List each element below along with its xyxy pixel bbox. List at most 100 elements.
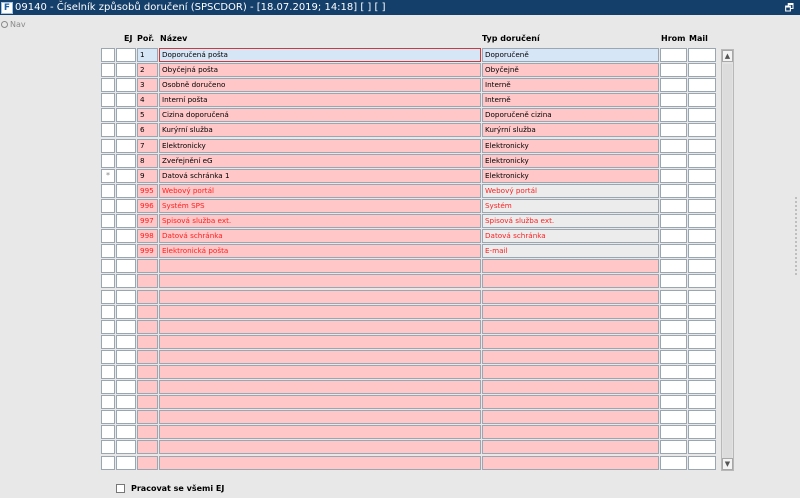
table-row[interactable]: 1 Doporučená pošta Doporučeně <box>101 48 716 63</box>
ej-cell[interactable] <box>116 93 136 108</box>
typ-cell[interactable]: Doporučeně cizina <box>482 108 659 123</box>
nazev-cell[interactable] <box>159 274 481 289</box>
nazev-cell[interactable]: Elektronická pošta <box>159 244 481 259</box>
mail-cell[interactable] <box>688 123 716 138</box>
hrom-cell[interactable] <box>660 123 687 138</box>
row-selector[interactable] <box>101 349 115 364</box>
table-row[interactable] <box>101 425 716 440</box>
row-selector[interactable] <box>101 289 115 304</box>
ej-cell[interactable] <box>116 214 136 229</box>
all-ej-option[interactable]: Pracovat se všemi EJ <box>116 484 224 493</box>
ej-cell[interactable] <box>116 349 136 364</box>
ej-cell[interactable] <box>116 319 136 334</box>
row-selector[interactable] <box>101 63 115 78</box>
por-cell[interactable] <box>137 304 158 319</box>
ej-cell[interactable] <box>116 108 136 123</box>
hrom-cell[interactable] <box>660 410 687 425</box>
nazev-cell[interactable]: Webový portál <box>159 183 481 198</box>
row-selector[interactable]: * <box>101 168 115 183</box>
por-cell[interactable]: 996 <box>137 198 158 213</box>
mail-cell[interactable] <box>688 93 716 108</box>
typ-cell[interactable] <box>482 455 659 470</box>
por-cell[interactable]: 998 <box>137 229 158 244</box>
hrom-cell[interactable] <box>660 48 687 62</box>
hrom-cell[interactable] <box>660 108 687 123</box>
mail-cell[interactable] <box>688 364 716 379</box>
row-selector[interactable] <box>101 395 115 410</box>
nazev-cell[interactable] <box>159 334 481 349</box>
hrom-cell[interactable] <box>660 304 687 319</box>
hrom-cell[interactable] <box>660 183 687 198</box>
table-row[interactable] <box>101 274 716 289</box>
mail-cell[interactable] <box>688 380 716 395</box>
ej-cell[interactable] <box>116 395 136 410</box>
typ-cell[interactable]: Doporučeně <box>482 48 659 62</box>
nazev-cell[interactable]: Datová schránka 1 <box>159 168 481 183</box>
all-ej-checkbox[interactable] <box>116 484 125 493</box>
scrollbar-thumb[interactable] <box>723 64 732 458</box>
por-cell[interactable]: 1 <box>137 48 158 62</box>
hrom-cell[interactable] <box>660 244 687 259</box>
typ-cell[interactable]: Elektronicky <box>482 153 659 168</box>
por-cell[interactable] <box>137 455 158 470</box>
nazev-cell[interactable]: Interní pošta <box>159 93 481 108</box>
nazev-cell[interactable] <box>159 364 481 379</box>
row-selector[interactable] <box>101 229 115 244</box>
typ-cell[interactable] <box>482 319 659 334</box>
por-cell[interactable]: 8 <box>137 153 158 168</box>
row-selector[interactable] <box>101 380 115 395</box>
por-cell[interactable]: 4 <box>137 93 158 108</box>
table-row[interactable] <box>101 440 716 455</box>
mail-cell[interactable] <box>688 440 716 455</box>
nazev-cell[interactable]: Datová schránka <box>159 229 481 244</box>
ej-cell[interactable] <box>116 364 136 379</box>
por-cell[interactable]: 6 <box>137 123 158 138</box>
mail-cell[interactable] <box>688 244 716 259</box>
nav-button[interactable]: Nav <box>1 20 26 29</box>
hrom-cell[interactable] <box>660 349 687 364</box>
por-cell[interactable] <box>137 395 158 410</box>
row-selector[interactable] <box>101 244 115 259</box>
por-cell[interactable] <box>137 349 158 364</box>
table-row[interactable]: 5 Cizina doporučená Doporučeně cizina <box>101 108 716 123</box>
typ-cell[interactable]: Datová schránka <box>482 229 659 244</box>
typ-cell[interactable] <box>482 395 659 410</box>
nazev-cell[interactable] <box>159 259 481 274</box>
nazev-cell[interactable] <box>159 304 481 319</box>
ej-cell[interactable] <box>116 153 136 168</box>
mail-cell[interactable] <box>688 455 716 470</box>
table-row[interactable]: 995 Webový portál Webový portál <box>101 183 716 199</box>
row-selector[interactable] <box>101 198 115 213</box>
por-cell[interactable] <box>137 380 158 395</box>
nazev-cell[interactable] <box>159 410 481 425</box>
window-restore-icon[interactable]: 🗗 <box>785 1 794 18</box>
row-selector[interactable] <box>101 48 115 62</box>
mail-cell[interactable] <box>688 349 716 364</box>
table-row[interactable] <box>101 395 716 410</box>
nazev-cell[interactable] <box>159 425 481 440</box>
nazev-cell[interactable]: Osobně doručeno <box>159 78 481 93</box>
por-cell[interactable] <box>137 259 158 274</box>
por-cell[interactable]: 997 <box>137 214 158 229</box>
hrom-cell[interactable] <box>660 395 687 410</box>
row-selector[interactable] <box>101 93 115 108</box>
hrom-cell[interactable] <box>660 153 687 168</box>
hrom-cell[interactable] <box>660 425 687 440</box>
por-cell[interactable] <box>137 274 158 289</box>
hrom-cell[interactable] <box>660 274 687 289</box>
hrom-cell[interactable] <box>660 93 687 108</box>
nazev-cell[interactable]: Elektronicky <box>159 138 481 153</box>
table-row[interactable] <box>101 410 716 425</box>
ej-cell[interactable] <box>116 455 136 470</box>
table-row[interactable]: 4 Interní pošta Interně <box>101 93 716 108</box>
table-row[interactable]: 7 Elektronicky Elektronicky <box>101 138 716 154</box>
table-row[interactable]: * 9 Datová schránka 1 Elektronicky <box>101 168 716 184</box>
ej-cell[interactable] <box>116 244 136 259</box>
typ-cell[interactable]: Interně <box>482 78 659 93</box>
table-row[interactable]: 999 Elektronická pošta E-mail <box>101 244 716 259</box>
typ-cell[interactable] <box>482 334 659 349</box>
mail-cell[interactable] <box>688 168 716 183</box>
ej-cell[interactable] <box>116 183 136 198</box>
por-cell[interactable]: 3 <box>137 78 158 93</box>
ej-cell[interactable] <box>116 274 136 289</box>
